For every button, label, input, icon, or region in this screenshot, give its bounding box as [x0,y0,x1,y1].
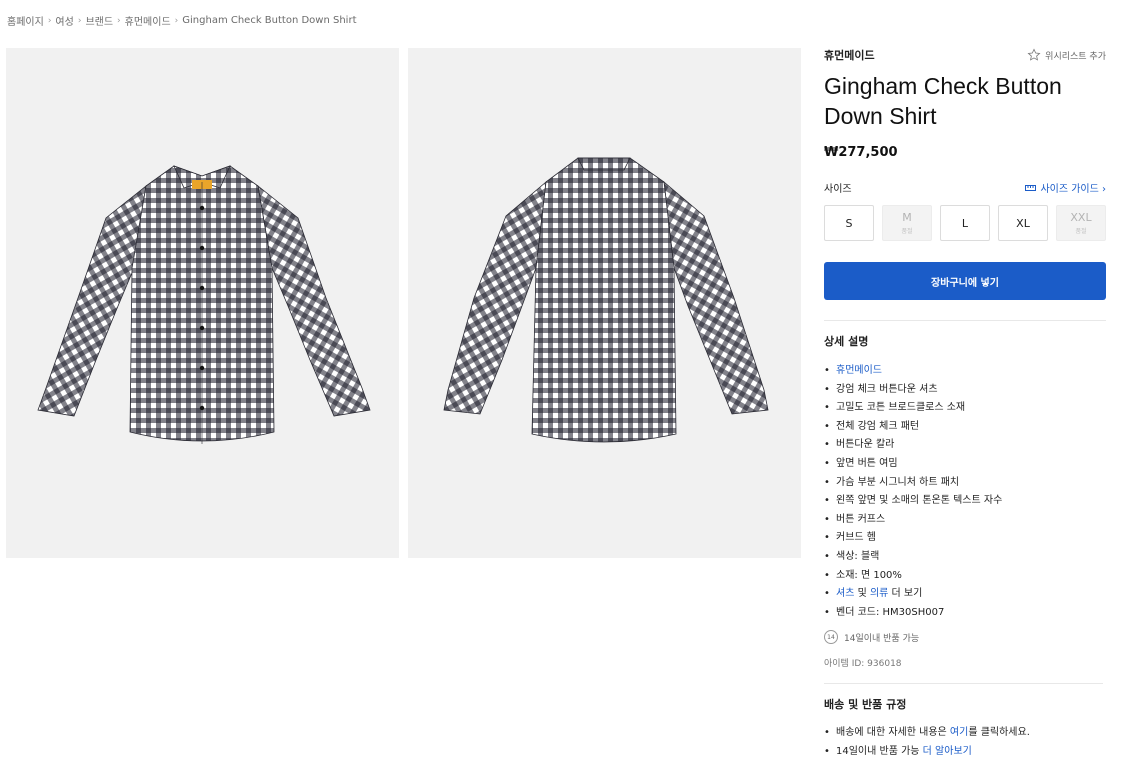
size-guide-label: 사이즈 가이드 › [1040,184,1106,195]
shipping-here-link[interactable]: 여기 [950,727,968,738]
product-info: 휴먼메이드 위시리스트 추가 Gingham Check Button Down… [824,46,1106,761]
product-image-front[interactable] [6,48,399,558]
shirt-back-image [443,157,769,443]
list-item: 14일이내 반품 가능 더 알아보기 [824,743,1106,761]
shipping-line1-suffix: 를 클릭하세요. [968,727,1030,739]
add-to-cart-button[interactable]: 장바구니에 넣기 [824,262,1106,300]
shipping-list: 배송에 대한 자세한 내용은 여기를 클릭하세요. 14일이내 반품 가능 더 … [824,724,1106,761]
size-option-label: M [902,211,912,224]
list-item: 소재: 면 100% [824,567,1106,586]
size-option-label: L [961,216,969,230]
size-option-label: XXL [1070,211,1092,224]
list-item: 강엄 체크 버튼다운 셔츠 [824,381,1106,400]
breadcrumb-women[interactable]: 여성 [55,13,73,28]
list-item: 왼쪽 앞면 및 소매의 톤온톤 텍스트 자수 [824,492,1106,511]
details-title: 상세 설명 [824,335,869,348]
breadcrumb-brands[interactable]: 브랜드 [85,13,113,28]
size-option-label: XL [1016,216,1030,230]
list-item: 셔츠 및 의류 더 보기 [824,585,1106,604]
details-list: 휴먼메이드 강엄 체크 버튼다운 셔츠 고밀도 코튼 브로드클로스 소재 전체 … [824,362,1106,622]
ruler-icon [1025,184,1037,191]
breadcrumb-home[interactable]: 홈페이지 [7,13,44,28]
list-item: 벤더 코드: HM30SH007 [824,604,1106,623]
size-guide-link[interactable]: 사이즈 가이드 › [1025,180,1106,195]
product-gallery [6,48,801,558]
clothing-link[interactable]: 의류 [870,588,888,599]
size-option-l[interactable]: L [940,205,990,241]
size-option-s[interactable]: S [824,205,874,241]
return-policy-text: 14일이내 반품 가능 [844,633,920,644]
size-header: 사이즈 사이즈 가이드 › [824,180,1106,195]
size-option-xl[interactable]: XL [998,205,1048,241]
return-policy: 14 14일이내 반품 가능 [824,630,1106,645]
brand-name[interactable]: 휴먼메이드 [824,47,875,63]
breadcrumb-separator: › [47,15,52,26]
size-option-label: S [845,216,853,230]
list-item: 버튼다운 칼라 [824,436,1106,455]
list-item: 앞면 버튼 여밈 [824,455,1106,474]
more-and: 및 [854,588,870,600]
size-label: 사이즈 [824,184,852,195]
wishlist-button[interactable]: 위시리스트 추가 [1027,48,1106,62]
brand-row: 휴먼메이드 위시리스트 추가 [824,46,1106,64]
list-item: 가슴 부분 시그니처 하트 패치 [824,474,1106,493]
list-item: 전체 강엄 체크 패턴 [824,418,1106,437]
list-item: 휴먼메이드 [824,362,1106,381]
list-item: 고밀도 코튼 브로드클로스 소재 [824,399,1106,418]
breadcrumb-separator: › [77,15,82,26]
learn-more-link[interactable]: 더 알아보기 [923,746,972,757]
shipping-title: 배송 및 반품 규정 [824,698,907,712]
product-title: Gingham Check Button Down Shirt [824,73,1062,129]
sold-out-note: 품절 [1075,228,1087,235]
shipping-line1-prefix: 배송에 대한 자세한 내용은 [836,727,950,739]
breadcrumb: 홈페이지 › 여성 › 브랜드 › 휴먼메이드 › Gingham Check … [7,13,357,28]
star-icon [1027,48,1041,61]
size-option-xxl[interactable]: XXL 품절 [1056,205,1106,241]
breadcrumb-current: Gingham Check Button Down Shirt [182,15,357,26]
shirts-link[interactable]: 셔츠 [836,588,854,599]
brand-link[interactable]: 휴먼메이드 [836,365,882,376]
breadcrumb-brand[interactable]: 휴먼메이드 [125,13,171,28]
size-option-m[interactable]: M 품절 [882,205,932,241]
product-image-back[interactable] [408,48,801,558]
list-item: 색상: 블랙 [824,548,1106,567]
more-suffix: 더 보기 [888,588,923,600]
shirt-front-image [37,165,371,444]
wishlist-label: 위시리스트 추가 [1045,51,1106,62]
divider [824,320,1106,321]
return-days-icon: 14 [824,630,838,645]
size-options: S M 품절 L XL XXL 품절 [824,205,1106,241]
product-price: ₩277,500 [824,145,898,160]
item-id: 아이템 ID: 936018 [824,659,902,670]
shipping-line2-prefix: 14일이내 반품 가능 [836,745,923,757]
breadcrumb-separator: › [117,15,121,26]
sold-out-note: 품절 [901,228,913,235]
list-item: 버튼 커프스 [824,511,1106,530]
list-item: 배송에 대한 자세한 내용은 여기를 클릭하세요. [824,724,1106,743]
breadcrumb-separator: › [174,15,179,26]
divider [824,683,1103,685]
list-item: 커브드 헴 [824,529,1106,548]
